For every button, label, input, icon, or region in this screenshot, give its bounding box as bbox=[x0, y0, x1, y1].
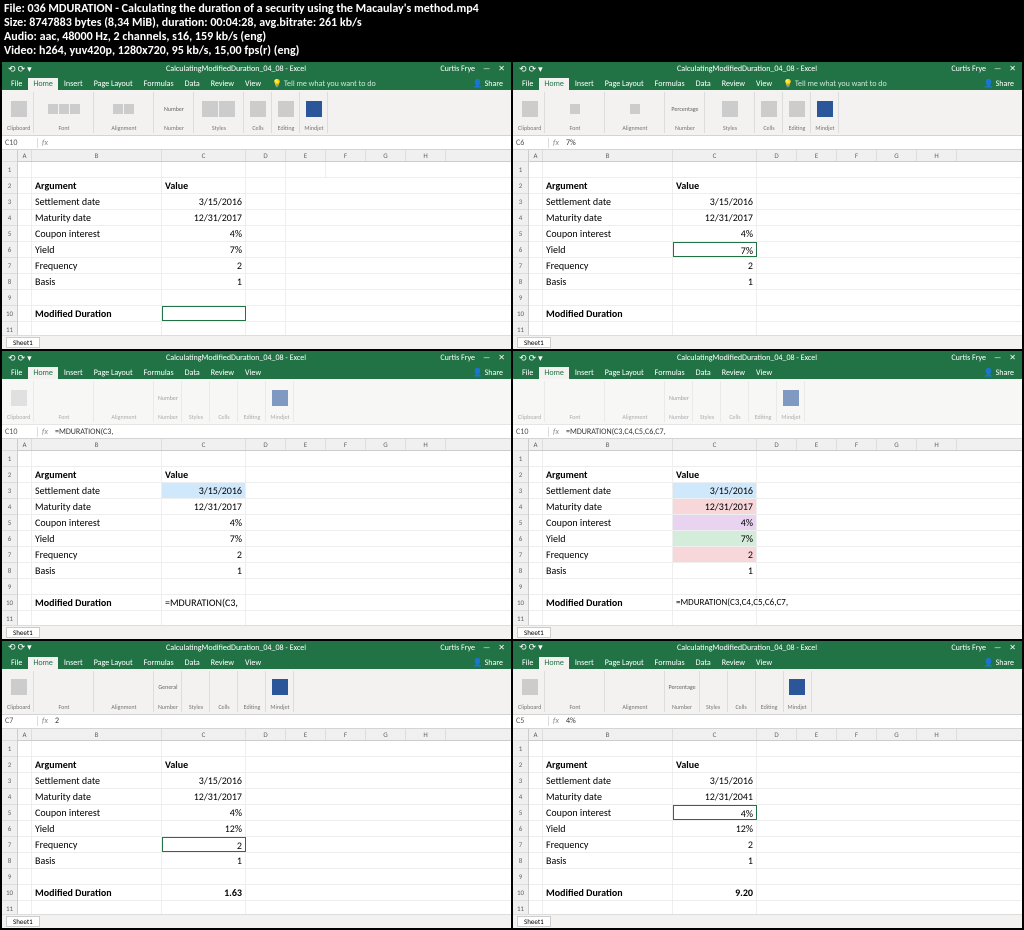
frame-00-02-40: ⟲ ⟳ ▾CalculatingModifiedDuration_04_08 -… bbox=[513, 351, 1022, 638]
frame-00-00-40: ⟲ ⟳ ▾CalculatingModifiedDuration_04_08 -… bbox=[2, 62, 511, 349]
file-info-header: File: 036 MDURATION - Calculating the du… bbox=[0, 0, 1024, 60]
thumbnail-grid: ⟲ ⟳ ▾CalculatingModifiedDuration_04_08 -… bbox=[0, 60, 1024, 930]
minimize-icon[interactable]: — bbox=[483, 64, 490, 74]
frame-00-03-20: ⟲ ⟳ ▾CalculatingModifiedDuration_04_08 -… bbox=[2, 641, 511, 928]
sheet-tab[interactable]: Sheet1 bbox=[6, 337, 40, 348]
formula-bar: C10 fx bbox=[2, 136, 511, 150]
name-box[interactable]: C10 bbox=[2, 138, 38, 148]
paste-icon bbox=[11, 101, 27, 117]
frame-00-02-00: ⟲ ⟳ ▾CalculatingModifiedDuration_04_08 -… bbox=[2, 351, 511, 638]
frame-00-03-50: ⟲ ⟳ ▾CalculatingModifiedDuration_04_08 -… bbox=[513, 641, 1022, 928]
frame-00-01-20: ⟲ ⟳ ▾CalculatingModifiedDuration_04_08 -… bbox=[513, 62, 1022, 349]
titlebar: ⟲ ⟳ ▾CalculatingModifiedDuration_04_08 -… bbox=[2, 62, 511, 76]
spreadsheet[interactable]: 123456789101112 ABCDEFGH ArgumentValue S… bbox=[2, 150, 511, 335]
ribbon-tabs: File Home Insert Page Layout Formulas Da… bbox=[2, 76, 511, 90]
ribbon: Clipboard Font Alignment NumberNumber St… bbox=[2, 90, 511, 136]
close-icon[interactable]: ✕ bbox=[498, 64, 505, 74]
fx-icon[interactable]: fx bbox=[38, 138, 52, 148]
